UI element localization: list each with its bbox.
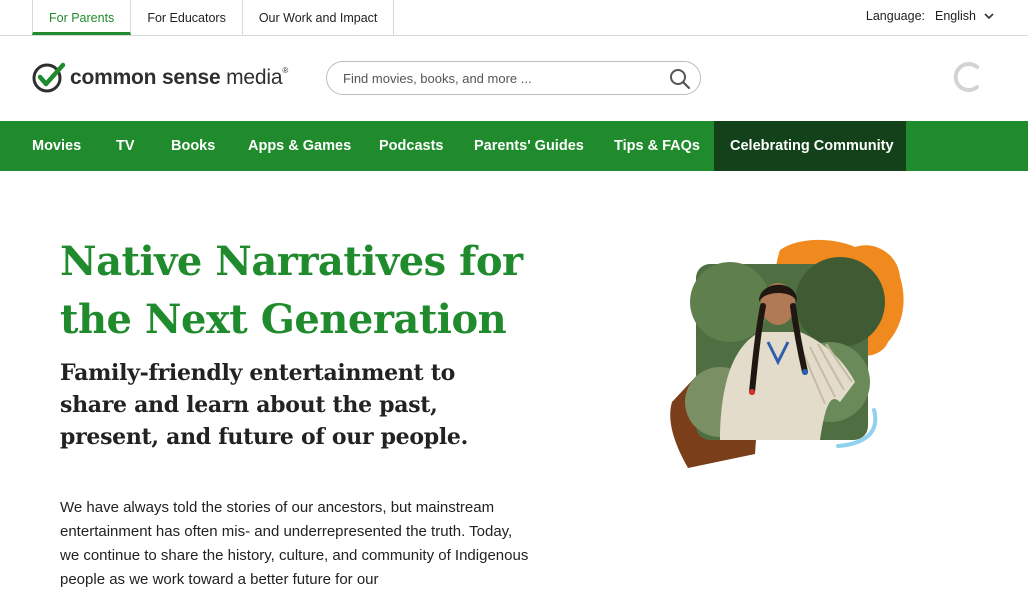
nav-item-books[interactable]: Books xyxy=(171,121,215,171)
search-input[interactable] xyxy=(343,62,653,94)
page-title: Native Narratives for the Next Generatio… xyxy=(60,238,523,343)
tab-our-work-and-impact[interactable]: Our Work and Impact xyxy=(243,0,395,35)
main-navigation: Movies TV Books Apps & Games Podcasts Pa… xyxy=(0,121,1028,171)
nav-item-movies[interactable]: Movies xyxy=(32,121,81,171)
nav-item-tips-faqs[interactable]: Tips & FAQs xyxy=(614,121,700,171)
logo-registered-mark: ® xyxy=(282,66,289,75)
site-logo[interactable]: common sense media® xyxy=(32,62,288,94)
language-value[interactable]: English xyxy=(935,9,976,23)
nav-item-apps-games[interactable]: Apps & Games xyxy=(248,121,351,171)
nav-item-podcasts[interactable]: Podcasts xyxy=(379,121,443,171)
audience-tabs: For Parents For Educators Our Work and I… xyxy=(32,0,395,35)
top-utility-bar: For Parents For Educators Our Work and I… xyxy=(0,0,1028,36)
chevron-down-icon[interactable] xyxy=(984,12,994,20)
language-label: Language: xyxy=(865,9,925,23)
search-icon[interactable] xyxy=(668,67,692,91)
logo-text-bold: common sense xyxy=(70,66,221,89)
search-bar xyxy=(326,61,701,95)
logo-wordmark: common sense media® xyxy=(70,66,288,90)
site-header: common sense media® xyxy=(0,36,1028,120)
hero-illustration xyxy=(670,239,904,468)
logo-text-light: media xyxy=(220,66,283,89)
photo-frame xyxy=(685,257,885,440)
loading-spinner-icon xyxy=(953,62,979,92)
language-selector: Language: English xyxy=(866,0,994,32)
nav-item-tv[interactable]: TV xyxy=(116,121,135,171)
checkmark-logo-icon xyxy=(32,62,66,93)
tab-for-parents[interactable]: For Parents xyxy=(32,0,132,35)
page-subtitle: Family-friendly entertainment to share a… xyxy=(60,360,468,450)
tab-for-educators[interactable]: For Educators xyxy=(131,0,243,35)
nav-item-celebrating-community[interactable]: Celebrating Community xyxy=(714,121,906,171)
nav-item-parents-guides[interactable]: Parents' Guides xyxy=(474,121,584,171)
